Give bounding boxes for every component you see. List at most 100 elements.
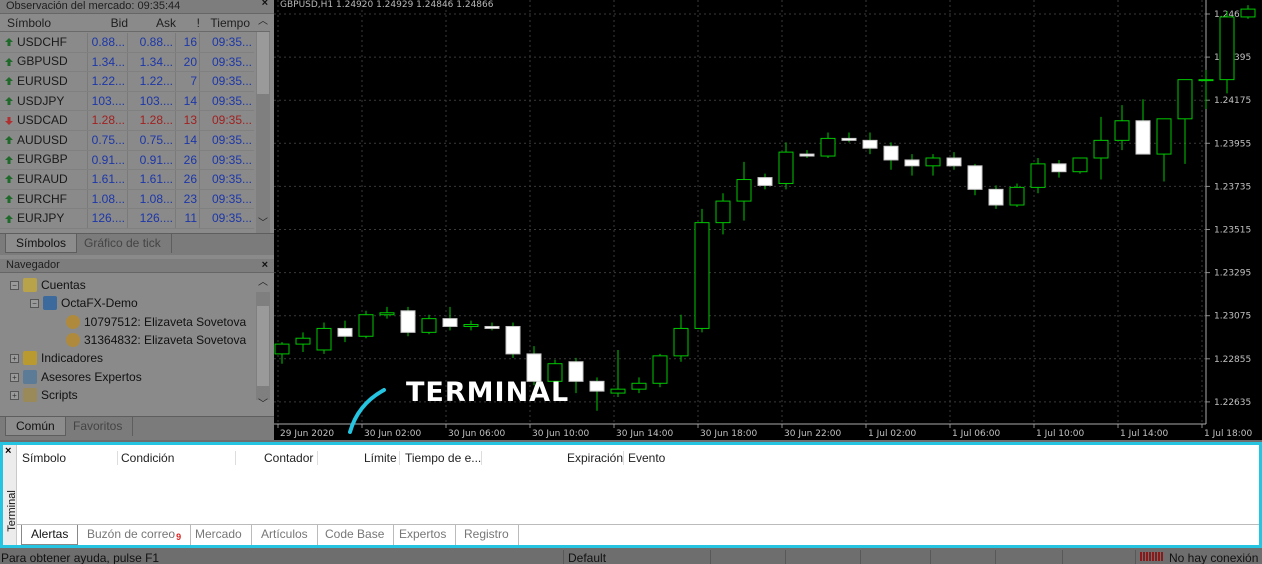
- row-symbol: USDJPY: [0, 91, 88, 111]
- nav-account-1[interactable]: 10797512: Elizaveta Sovetova: [66, 313, 246, 331]
- navigator-scrollbar[interactable]: ︿ ﹀: [256, 277, 270, 410]
- nav-scripts[interactable]: + Scripts: [10, 386, 78, 404]
- nav-broker-label: OctaFX-Demo: [61, 296, 138, 310]
- candle-body: [505, 325, 521, 355]
- scroll-up-icon[interactable]: ︿: [256, 15, 270, 29]
- scroll-up-icon[interactable]: ︿: [256, 276, 270, 290]
- status-profile[interactable]: Default: [568, 551, 606, 564]
- header-bid[interactable]: Bid: [88, 14, 128, 31]
- row-spread: 23: [176, 189, 200, 209]
- terminal-tab-label: Artículos: [261, 527, 308, 541]
- market-watch-row[interactable]: EURGBP 0.91... 0.91... 26 09:35...: [0, 150, 254, 171]
- col-counter[interactable]: Contador: [264, 451, 313, 465]
- header-ask[interactable]: Ask: [128, 14, 176, 31]
- scroll-down-icon[interactable]: ﹀: [256, 217, 270, 231]
- status-bar: Para obtener ayuda, pulse F1 Default No …: [0, 548, 1262, 564]
- market-watch-row[interactable]: EURJPY 126.... 126.... 11 09:35...: [0, 209, 254, 229]
- nav-account-2[interactable]: 31364832: Elizaveta Sovetova: [66, 331, 246, 349]
- nav-experts[interactable]: + Asesores Expertos: [10, 368, 142, 386]
- price-label: 1.24175: [1214, 96, 1251, 106]
- candle-body: [631, 382, 647, 390]
- market-watch-row[interactable]: USDCHF 0.88... 0.88... 16 09:35...: [0, 33, 254, 53]
- market-watch-row[interactable]: USDCAD 1.28... 1.28... 13 09:35...: [0, 111, 254, 131]
- candle-body: [316, 327, 332, 351]
- row-spread: 14: [176, 131, 200, 150]
- market-watch-close-icon[interactable]: ×: [262, 0, 268, 10]
- scroll-thumb[interactable]: [257, 306, 269, 386]
- header-symbol[interactable]: Símbolo: [0, 14, 88, 31]
- market-watch-title-text: Observación del mercado: 09:35:44: [6, 0, 181, 12]
- terminal-tab-alertas[interactable]: Alertas: [21, 525, 79, 545]
- terminal-tab-mercado[interactable]: Mercado: [186, 525, 252, 545]
- terminal-tab-registro[interactable]: Registro: [455, 525, 519, 545]
- market-watch-scrollbar[interactable]: ︿ ﹀: [256, 16, 270, 233]
- arrow-up-icon: [5, 57, 13, 66]
- candle-body: [379, 312, 395, 316]
- market-watch-row[interactable]: EURAUD 1.61... 1.61... 26 09:35...: [0, 170, 254, 190]
- row-ask: 1.08...: [128, 189, 176, 209]
- candle-body: [820, 137, 836, 157]
- nav-indicators[interactable]: + Indicadores: [10, 349, 103, 367]
- terminal-tab-expertos[interactable]: Expertos: [390, 525, 457, 545]
- market-watch-row[interactable]: GBPUSD 1.34... 1.34... 20 09:35...: [0, 52, 254, 73]
- navigator-close-icon[interactable]: ×: [262, 259, 268, 272]
- arrow-up-icon: [5, 77, 13, 86]
- row-ask: 1.28...: [128, 111, 176, 130]
- expand-icon[interactable]: +: [10, 390, 19, 400]
- row-bid: 103....: [88, 91, 128, 111]
- row-spread: 16: [176, 33, 200, 52]
- status-connection: No hay conexión: [1169, 551, 1259, 564]
- candle-body: [400, 310, 416, 333]
- col-condition[interactable]: Condición: [121, 451, 174, 465]
- nav-broker[interactable]: − OctaFX-Demo: [30, 294, 138, 312]
- tab-tick-chart[interactable]: Gráfico de tick: [74, 234, 172, 253]
- terminal-close-icon[interactable]: ×: [5, 445, 11, 457]
- navigator-title: Navegador ×: [0, 259, 274, 273]
- nav-accounts[interactable]: − Cuentas: [10, 276, 86, 294]
- collapse-icon[interactable]: −: [30, 298, 39, 308]
- header-time[interactable]: Tiempo: [200, 14, 250, 31]
- candle-body: [757, 177, 773, 186]
- tab-common[interactable]: Común: [5, 417, 66, 436]
- candle-body: [862, 139, 878, 149]
- col-limit[interactable]: Límite: [364, 451, 397, 465]
- candle-body: [274, 343, 290, 355]
- price-chart[interactable]: 1.246151.243951.241751.239551.237351.235…: [274, 0, 1262, 440]
- scroll-thumb[interactable]: [257, 32, 269, 94]
- candle-body: [1198, 79, 1214, 82]
- time-label: 30 Jun 10:00: [532, 429, 589, 439]
- time-label: 1 Jul 14:00: [1120, 429, 1169, 439]
- market-watch-row[interactable]: USDJPY 103.... 103.... 14 09:35...: [0, 91, 254, 112]
- expand-icon[interactable]: +: [10, 353, 19, 363]
- col-event[interactable]: Evento: [628, 451, 665, 465]
- row-symbol: EURCHF: [0, 189, 88, 209]
- arrow-up-icon: [5, 97, 13, 106]
- col-symbol[interactable]: Símbolo: [22, 451, 66, 465]
- tab-symbols[interactable]: Símbolos: [5, 234, 78, 253]
- market-watch-header: Símbolo Bid Ask ! Tiempo: [0, 14, 270, 32]
- row-symbol-text: EURCHF: [17, 191, 67, 206]
- market-watch-row[interactable]: EURCHF 1.08... 1.08... 23 09:35...: [0, 189, 254, 210]
- market-watch-row[interactable]: AUDUSD 0.75... 0.75... 14 09:35...: [0, 131, 254, 151]
- terminal-tab-artículos[interactable]: Artículos: [252, 525, 318, 545]
- row-symbol-text: USDCHF: [17, 34, 67, 49]
- col-expiration[interactable]: Expiración: [567, 451, 623, 465]
- market-watch-row[interactable]: EURUSD 1.22... 1.22... 7 09:35...: [0, 72, 254, 92]
- terminal-tab-buzón-de-correo[interactable]: Buzón de correo9: [78, 525, 192, 545]
- row-time: 09:35...: [211, 211, 252, 226]
- tab-favorites[interactable]: Favoritos: [63, 417, 134, 436]
- arrow-up-icon: [5, 38, 13, 47]
- time-label: 30 Jun 22:00: [784, 429, 841, 439]
- terminal-tab-code-base[interactable]: Code Base: [316, 525, 395, 545]
- col-timeout[interactable]: Tiempo de e...: [405, 451, 481, 465]
- header-spread[interactable]: !: [176, 14, 200, 31]
- expand-icon[interactable]: +: [10, 372, 19, 382]
- candle-body: [1135, 120, 1151, 155]
- row-symbol: AUDUSD: [0, 131, 88, 150]
- scroll-down-icon[interactable]: ﹀: [256, 398, 270, 412]
- row-time: 09:35...: [211, 113, 252, 128]
- terminal-callout: TERMINAL: [406, 377, 570, 408]
- collapse-icon[interactable]: −: [10, 280, 19, 290]
- candle-body: [988, 188, 1004, 206]
- arrow-up-icon: [5, 175, 13, 184]
